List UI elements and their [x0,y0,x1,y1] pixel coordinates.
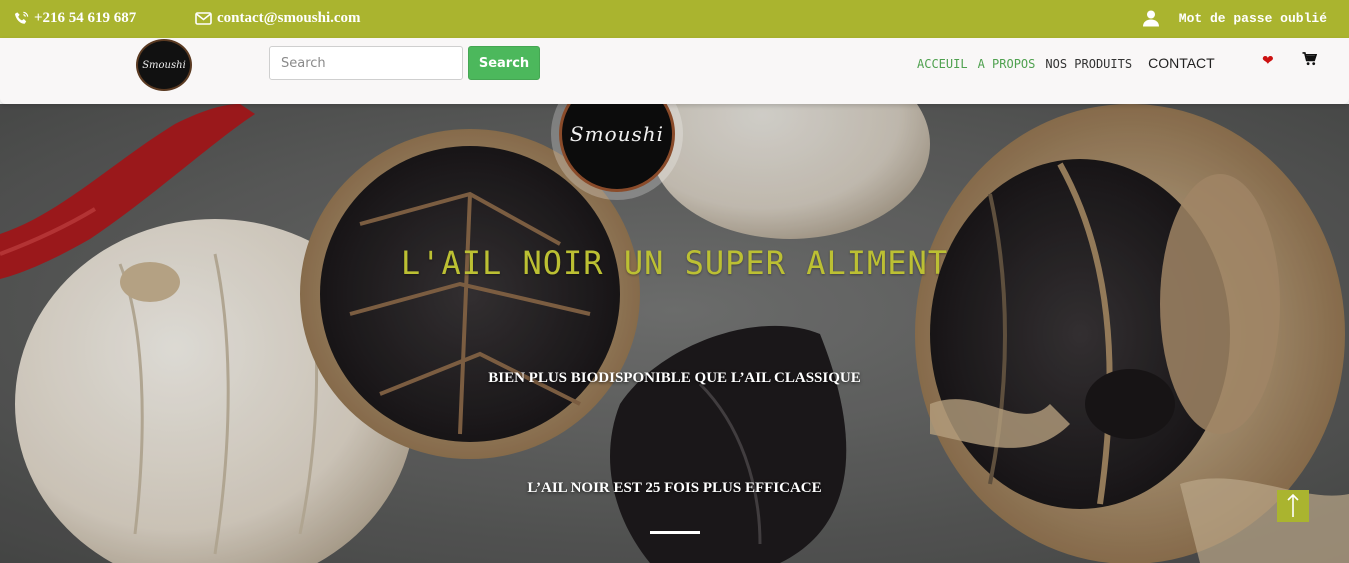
phone-contact[interactable]: +216 54 619 687 [14,10,136,27]
nav-link-nos-produits[interactable]: NOS PRODUITS [1045,57,1132,71]
heart-icon[interactable]: ❤ [1262,53,1274,70]
search-button[interactable]: Search [468,46,540,80]
hero-subtitle-2: L’AIL NOIR EST 25 FOIS PLUS EFFICACE [527,480,822,496]
cart-icon[interactable] [1302,52,1318,71]
slide-indicator[interactable] [650,531,700,534]
user-icon [1142,10,1159,27]
email-address: contact@smoushi.com [217,10,361,26]
search-input[interactable] [269,46,463,80]
nav-link-a-propos[interactable]: A PROPOS [978,57,1036,71]
brand-logo-text: Smoushi [142,59,186,71]
envelope-icon [195,12,212,25]
hero-title: L'AIL NOIR UN SUPER ALIMENT [400,244,949,282]
hero-banner: Smoushi L'AIL NOIR UN SUPER ALIMENT BIEN… [0,104,1349,563]
forgot-password-label: Mot de passe oublié [1178,10,1327,26]
phone-number: +216 54 619 687 [34,10,137,26]
brand-logo[interactable]: Smoushi [136,39,192,91]
scroll-to-top-button[interactable] [1277,490,1309,522]
nav-links: ACCEUIL A PROPOS NOS PRODUITS CONTACT [917,55,1225,71]
nav-link-contact[interactable]: CONTACT [1148,55,1215,71]
main-navbar: Smoushi Search ACCEUIL A PROPOS NOS PROD… [0,38,1349,104]
arrow-up-icon [1287,494,1299,517]
nav-link-acceuil[interactable]: ACCEUIL [917,57,968,71]
forgot-password-link[interactable]: Mot de passe oublié [1142,9,1327,27]
hero-subtitle-1: BIEN PLUS BIODISPONIBLE QUE L’AIL CLASSI… [488,370,861,386]
phone-icon [14,11,29,24]
top-bar: +216 54 619 687 contact@smoushi.com Mot … [0,0,1349,38]
hero-logo-text: Smoushi [569,122,665,146]
email-contact[interactable]: contact@smoushi.com [195,10,361,27]
